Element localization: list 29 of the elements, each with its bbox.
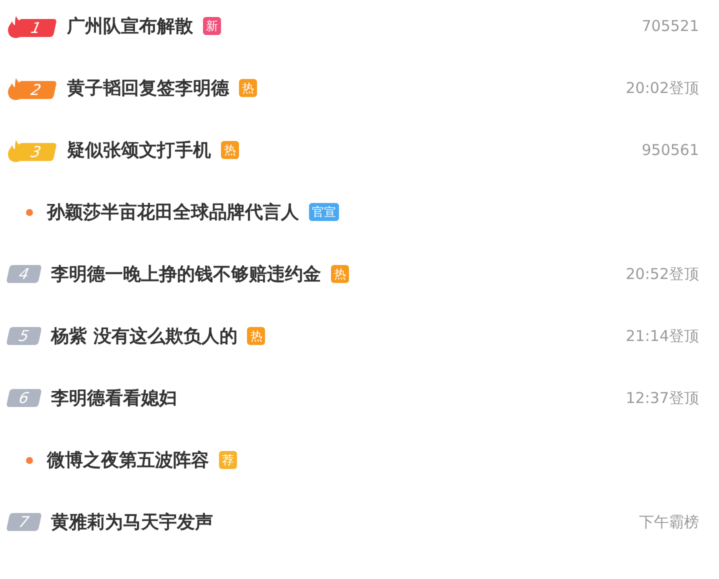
topic-tag: 热: [331, 265, 349, 283]
dot-icon: [26, 456, 32, 464]
heat-count: 20:52登顶: [626, 264, 699, 285]
dot-icon: [26, 208, 32, 216]
heat-count: 21:14登顶: [626, 326, 699, 347]
topic-link[interactable]: 黄子韬回复签李明德: [67, 76, 229, 100]
topic-tag: 官宣: [309, 203, 339, 221]
heat-count: 20:02登顶: [626, 78, 699, 99]
topic-tag: 热: [221, 141, 239, 159]
topic-tag: 新: [203, 17, 221, 35]
topic-link[interactable]: 杨紫 没有这么欺负人的: [51, 324, 238, 348]
heat-count: 950561: [642, 140, 699, 161]
topic-link[interactable]: 李明德看看媳妇: [51, 386, 177, 410]
topic-link[interactable]: 微博之夜第五波阵容: [47, 448, 209, 472]
topic-link[interactable]: 疑似张颂文打手机: [67, 138, 211, 162]
rank-badge: 6: [6, 389, 42, 407]
heat-count: 705521: [642, 16, 699, 37]
topic-link[interactable]: 广州队宣布解散: [67, 14, 193, 38]
rank-badge: 7: [6, 513, 42, 531]
topic-link[interactable]: 黄雅莉为马天宇发声: [51, 510, 213, 534]
topic-tag: 热: [239, 79, 257, 97]
rank-badge: 5: [6, 327, 42, 345]
rank-badge: 4: [6, 265, 42, 283]
topic-tag: 荐: [219, 451, 237, 469]
heat-count: 下午霸榜: [639, 512, 699, 533]
topic-link[interactable]: 李明德一晚上挣的钱不够赔违约金: [51, 262, 321, 286]
heat-count: 12:37登顶: [626, 388, 699, 409]
topic-tag: 热: [247, 327, 266, 345]
topic-link[interactable]: 孙颖莎半亩花田全球品牌代言人: [47, 200, 299, 224]
